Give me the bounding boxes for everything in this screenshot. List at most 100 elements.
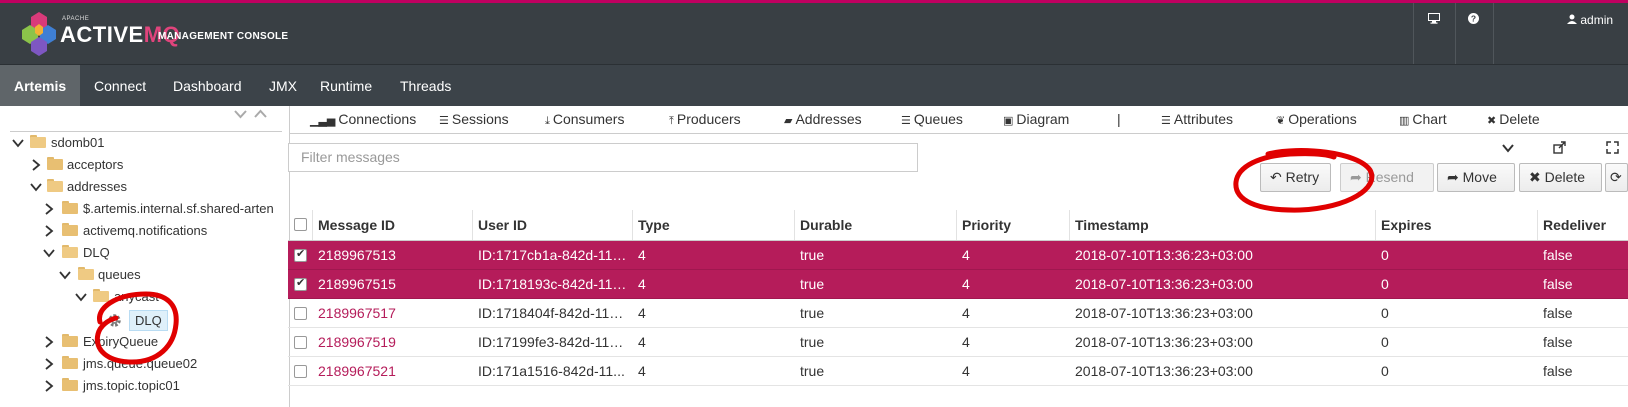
chevron-down-icon[interactable] (30, 181, 42, 193)
resend-button[interactable]: ➦ Resend (1340, 163, 1434, 192)
tree-node-label: ExpiryQueue (83, 334, 159, 349)
chevron-down-icon[interactable] (75, 291, 87, 303)
column-expires[interactable]: Expires (1376, 210, 1538, 240)
priority-cell: 4 (962, 276, 970, 292)
folder-open-icon (47, 179, 63, 192)
chevron-right-icon[interactable] (43, 225, 55, 237)
tree-node-label: jms.topic.topic01 (83, 378, 180, 393)
tree-node[interactable]: jms.topic.topic01 (0, 375, 290, 397)
filter-messages-input[interactable]: Filter messages (288, 143, 918, 172)
refresh-button[interactable]: ⟳ (1605, 163, 1628, 192)
message-id-cell[interactable]: 2189967519 (313, 328, 468, 357)
user-menu[interactable]: admin (1567, 13, 1613, 27)
nav-artemis[interactable]: Artemis (0, 65, 81, 107)
tree-node[interactable]: sdomb01 (0, 132, 290, 154)
user-id-cell: ID:1718404f-842d-11e... (478, 305, 628, 321)
row-checkbox[interactable] (294, 336, 307, 349)
tab-delete[interactable]: ✖ Delete (1487, 106, 1540, 134)
column-priority[interactable]: Priority (957, 210, 1070, 240)
redeliver-cell: false (1543, 276, 1573, 292)
chevron-right-icon[interactable] (43, 203, 55, 215)
expires-cell: 0 (1381, 276, 1389, 292)
tab-producers[interactable]: ⤒ Producers (669, 106, 741, 134)
redeliver-cell: false (1543, 363, 1573, 379)
signal-icon: ▁▃▅ (310, 115, 336, 127)
tree-node[interactable]: jms.queue.queue02 (0, 353, 290, 375)
collapse-all-icon[interactable] (234, 110, 247, 119)
tree-node[interactable]: activemq.notifications (0, 220, 290, 242)
move-button[interactable]: ➦ Move (1437, 163, 1515, 192)
table-row[interactable]: 2189967517 ID:1718404f-842d-11e... 4 true 4 2… (288, 299, 1628, 328)
share-icon[interactable] (1553, 141, 1566, 154)
column-type[interactable]: Type (633, 210, 795, 240)
chevron-down-icon[interactable] (43, 247, 55, 259)
delete-button[interactable]: ✖ Delete (1519, 163, 1602, 192)
user-id-cell: ID:171a1516-842d-11... (478, 363, 625, 379)
column-durable[interactable]: Durable (795, 210, 957, 240)
brand-console: MANAGEMENT CONSOLE (158, 31, 289, 42)
durable-cell: true (800, 363, 825, 379)
nav-threads[interactable]: Threads (400, 65, 451, 107)
list-icon: ☰ (901, 115, 911, 127)
table-row[interactable]: 2189967513 ID:1717cb1a-842d-11e... 4 true 4 2… (288, 241, 1628, 270)
row-checkbox[interactable] (294, 365, 307, 378)
row-checkbox[interactable] (294, 276, 307, 291)
column-user-id[interactable]: User ID (473, 210, 633, 240)
refresh-icon: ⟳ (1610, 169, 1622, 185)
expires-cell: 0 (1381, 334, 1389, 350)
chevron-down-icon[interactable] (59, 269, 71, 281)
tab-sessions[interactable]: ☰ Sessions (439, 106, 509, 134)
expand-all-icon[interactable] (254, 109, 267, 118)
folder-icon (47, 157, 63, 170)
tree-node[interactable]: addresses (0, 176, 290, 198)
tree-node[interactable]: $.artemis.internal.sf.shared-arten (0, 198, 290, 220)
retry-button[interactable]: ↶ Retry (1260, 163, 1331, 192)
redeliver-cell: false (1543, 305, 1573, 321)
tree-node[interactable]: anycast (0, 286, 290, 308)
table-row[interactable]: 2189967519 ID:17199fe3-842d-11e... 4 true 4 2… (288, 328, 1628, 357)
tab-diagram[interactable]: ▣ Diagram (1003, 106, 1069, 134)
message-id-cell[interactable]: 2189967515 (313, 270, 468, 299)
tab-connections[interactable]: ▁▃▅ Connections (310, 106, 416, 134)
chevron-down-icon[interactable] (12, 137, 24, 149)
chevron-right-icon[interactable] (43, 336, 55, 348)
message-id-cell[interactable]: 2189967517 (313, 299, 468, 328)
monitor-icon[interactable] (1428, 13, 1440, 27)
row-checkbox[interactable] (294, 247, 307, 262)
tab-attributes[interactable]: ☰ Attributes (1161, 106, 1233, 134)
column-message-id[interactable]: Message ID (313, 210, 473, 240)
chevron-right-icon[interactable] (43, 358, 55, 370)
expand-icon[interactable] (1606, 141, 1619, 154)
tab-consumers[interactable]: ⤓ Consumers (545, 106, 624, 134)
chevron-right-icon[interactable] (43, 380, 55, 392)
table-row[interactable]: 2189967515 ID:1718193c-842d-11e... 4 true 4 2… (288, 270, 1628, 299)
divider (1413, 3, 1414, 67)
chevron-down-icon[interactable] (1502, 144, 1514, 153)
column-redeliver[interactable]: Redeliver (1538, 210, 1628, 240)
message-id-cell[interactable]: 2189967521 (313, 357, 468, 386)
nav-dashboard[interactable]: Dashboard (173, 65, 242, 107)
chevron-right-icon[interactable] (30, 159, 42, 171)
tab-addresses[interactable]: ▰ Addresses (784, 106, 862, 134)
row-checkbox[interactable] (294, 307, 307, 320)
user-id-cell: ID:1717cb1a-842d-11e... (478, 247, 628, 263)
select-all-checkbox[interactable] (294, 218, 307, 231)
timestamp-cell: 2018-07-10T13:36:23+03:00 (1075, 247, 1253, 263)
timestamp-cell: 2018-07-10T13:36:23+03:00 (1075, 363, 1253, 379)
question-icon[interactable]: ? (1468, 13, 1479, 27)
tree-node[interactable]: ExpiryQueue (0, 331, 290, 353)
tree-node[interactable]: queues (0, 264, 290, 286)
column-timestamp[interactable]: Timestamp (1070, 210, 1376, 240)
tab-queues[interactable]: ☰ Queues (901, 106, 963, 134)
nav-connect[interactable]: Connect (94, 65, 146, 107)
user-label: admin (1580, 13, 1614, 27)
nav-runtime[interactable]: Runtime (320, 65, 372, 107)
tree-node[interactable]: DLQ (0, 242, 290, 264)
message-id-cell[interactable]: 2189967513 (313, 241, 468, 270)
tree-node[interactable]: acceptors (0, 154, 290, 176)
tab-chart[interactable]: ▥ Chart (1399, 106, 1447, 134)
table-row[interactable]: 2189967521 ID:171a1516-842d-11... 4 true 4 20… (288, 357, 1628, 386)
user-id-cell: ID:17199fe3-842d-11e... (478, 334, 628, 350)
tab-operations[interactable]: ❦ Operations (1276, 106, 1357, 134)
nav-jmx[interactable]: JMX (269, 65, 297, 107)
